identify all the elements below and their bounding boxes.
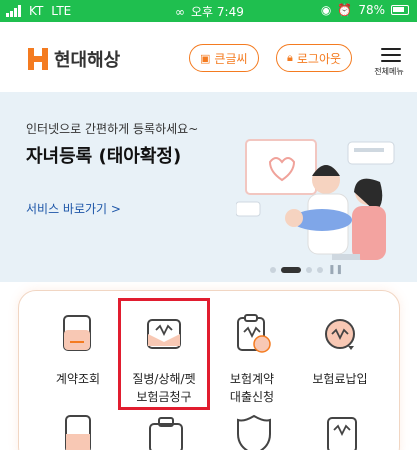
hamburger-icon [377,48,405,62]
pagination-dot-active[interactable] [281,267,301,273]
row2-shield-icon[interactable] [232,410,276,450]
highlight-box [118,298,210,410]
font-size-button[interactable]: ▣ 큰글씨 [189,44,259,72]
family-illustration [236,139,395,260]
status-left: KT LTE [6,4,71,18]
status-bar: KT LTE ∞ 오후 7:49 ◉ ⏰ 78% [0,0,417,22]
hotspot-icon: ∞ [175,4,185,19]
alarm-icon: ⏰ [337,3,353,17]
logout-button[interactable]: 🔒︎ 로그아웃 [276,44,353,72]
loan-clipboard-icon [237,314,271,353]
text-size-icon: ▣ [200,51,211,65]
pagination-dot[interactable] [317,267,323,273]
full-menu-button[interactable]: 전체메뉴 [374,44,405,77]
row2-bag-icon[interactable] [144,410,188,450]
brand-name: 현대해상 [54,50,121,71]
status-center: ∞ 오후 7:49 [175,3,244,20]
banner-service-link[interactable]: 서비스 바로가기 > [26,200,121,217]
menu-premium-payment[interactable]: 보험료납입 [294,312,386,388]
status-time: 오후 7:49 [191,5,244,19]
hyundai-logo-icon [28,48,48,70]
banner-subtitle: 인터넷으로 간편하게 등록하세요~ [26,122,199,136]
signal-icon [6,5,21,17]
battery-percent: 78% [358,3,385,17]
carrier-label: KT [29,4,44,18]
network-label: LTE [51,4,72,18]
menu-contract-inquiry[interactable]: 계약조회 [32,312,124,388]
font-size-button-label: 큰글씨 [214,51,248,66]
menu-contract-loan-label: 보험계약 대출신청 [229,372,275,404]
logout-button-label: 로그아웃 [296,51,342,66]
menu-contract-loan[interactable]: 보험계약 대출신청 [206,312,298,406]
promo-banner[interactable]: 인터넷으로 간편하게 등록하세요~ 자녀등록 (태아확정) 서비스 바로가기 >… [0,92,417,282]
menu-contract-inquiry-label: 계약조회 [55,372,101,386]
pagination-dot[interactable] [270,267,276,273]
payment-icon [325,319,355,350]
lock-icon: 🔒︎ [287,51,293,64]
brand-logo[interactable]: 현대해상 [28,46,120,72]
app-header: 현대해상 ▣ 큰글씨 🔒︎ 로그아웃 전체메뉴 [0,22,417,92]
banner-title: 자녀등록 (태아확정) [26,146,182,167]
row2-document-icon[interactable] [56,410,100,450]
pagination-dot[interactable] [306,267,312,273]
row2-clipboard-icon[interactable] [320,410,364,450]
battery-icon [391,5,409,15]
document-icon [63,315,91,351]
banner-pagination[interactable]: ❚❚ [270,265,343,275]
pause-icon[interactable]: ❚❚ [328,265,343,275]
status-right: ◉ ⏰ 78% [321,3,409,17]
record-icon: ◉ [320,3,332,17]
menu-premium-payment-label: 보험료납입 [312,372,368,386]
full-menu-label: 전체메뉴 [374,67,404,76]
